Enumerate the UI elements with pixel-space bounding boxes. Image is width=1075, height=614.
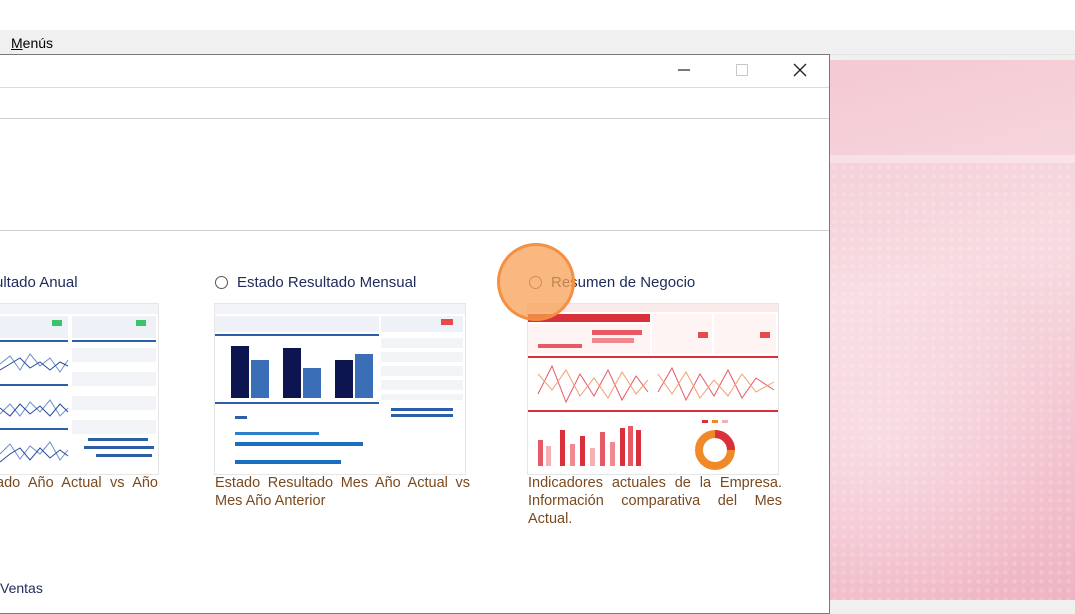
option-label: Estado Resultado Mensual [237, 273, 417, 291]
thumbnail-resultado-anual[interactable] [0, 303, 159, 475]
divider [0, 118, 829, 119]
report-selection-dialog: ultado Anual ado Año Actual vs Año Estad… [0, 54, 830, 614]
option-description: Estado Resultado Mes Año Actual vs Mes A… [215, 475, 470, 509]
divider [0, 87, 829, 88]
divider [0, 230, 829, 231]
minimize-button[interactable] [655, 55, 713, 85]
wallpaper-dots [830, 163, 1075, 600]
close-icon [793, 63, 807, 77]
click-indicator [497, 243, 575, 321]
dashboard-preview-image [215, 304, 465, 464]
radio-button[interactable] [215, 275, 228, 289]
dashboard-preview-image [528, 304, 778, 470]
option-description: ado Año Actual vs Año [0, 475, 158, 491]
option-estado-resultado-mensual[interactable]: Estado Resultado Mensual [215, 272, 416, 292]
maximize-icon [736, 64, 748, 76]
top-blank-area [0, 0, 1075, 30]
menu-menus[interactable]: Menús [11, 35, 53, 51]
minimize-icon [678, 69, 690, 71]
dashboard-preview-image [0, 304, 158, 463]
option-label: ultado Anual [0, 273, 78, 291]
thumbnail-resumen-de-negocio[interactable] [527, 303, 779, 475]
close-button[interactable] [771, 55, 829, 85]
maximize-button[interactable] [713, 55, 771, 85]
option-description: Indicadores actuales de la Empresa. Info… [528, 475, 782, 527]
background-wallpaper [830, 60, 1075, 600]
thumbnail-resultado-mensual[interactable] [214, 303, 466, 475]
option-estado-resultado-anual[interactable]: ultado Anual [0, 272, 78, 292]
wallpaper-stripe [830, 155, 1075, 163]
option-ventas[interactable]: Ventas [0, 580, 43, 596]
menu-bar: Menús [0, 30, 1075, 55]
